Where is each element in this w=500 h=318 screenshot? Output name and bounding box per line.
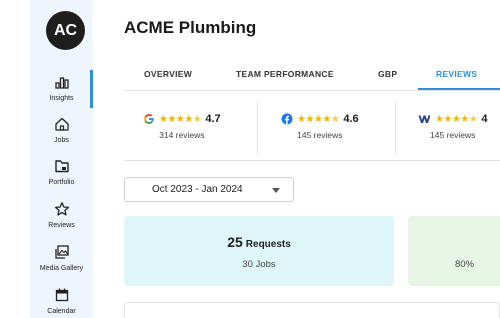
review-count: 314 reviews: [159, 130, 205, 140]
sidebar-item-label: Reviews: [48, 222, 75, 229]
star-rating: ★★★★★: [297, 113, 340, 125]
rating-divider: [257, 101, 258, 155]
calendar-icon: [55, 288, 68, 302]
rating-score: 4.6: [343, 113, 359, 125]
requests-card: 25 Requests 30 Jobs: [124, 216, 394, 286]
star-rating: ★★★★★: [159, 113, 202, 125]
facebook-icon: [281, 113, 293, 125]
sidebar-item-label: Jobs: [54, 137, 69, 144]
image-gallery-icon: [54, 245, 69, 259]
avatar[interactable]: AC: [46, 11, 85, 50]
sidebar-item-label: Insights: [49, 95, 74, 102]
review-count: 145 reviews: [430, 130, 476, 140]
tab-reviews[interactable]: REVIEWS: [436, 69, 477, 79]
sidebar-item-reviews[interactable]: Reviews: [30, 201, 93, 229]
tab-gbp[interactable]: GBP: [378, 69, 397, 79]
stat-sub: 80%: [455, 259, 475, 270]
review-count: 145 reviews: [297, 130, 343, 140]
sidebar-item-label: Calendar: [47, 308, 76, 315]
date-range-value: Oct 2023 - Jan 2024: [152, 184, 243, 195]
ratings-divider: [124, 160, 500, 161]
requests-count: 25: [227, 234, 243, 250]
page-title: ACME Plumbing: [124, 18, 257, 37]
rating-divider: [395, 101, 396, 155]
requests-label: Requests: [245, 239, 291, 250]
bar-chart-icon: [54, 77, 69, 89]
rating-score: 4: [481, 113, 488, 125]
sidebar-item-portfolio[interactable]: Portfolio: [30, 158, 93, 186]
rating-score: 4.7: [205, 113, 221, 125]
stat-card: 80%: [408, 216, 500, 286]
caret-down-icon: [272, 188, 280, 193]
rating-facebook: ★★★★★ 4.6 145 reviews: [281, 112, 359, 144]
star-icon: [54, 202, 69, 216]
w-logo-icon: [418, 115, 431, 123]
sidebar-item-label: Portfolio: [48, 179, 75, 186]
tab-overview[interactable]: OVERVIEW: [144, 69, 192, 79]
jobs-count: 30 Jobs: [242, 259, 276, 270]
rating-third-source: ★★★★★ 4 145 reviews: [418, 112, 487, 144]
star-rating: ★★★★★: [435, 113, 478, 125]
sidebar-item-calendar[interactable]: Calendar: [30, 287, 93, 315]
rating-google: ★★★★★ 4.7 314 reviews: [143, 112, 221, 144]
folder-icon: [54, 160, 69, 173]
active-tab-underline: [418, 88, 500, 90]
requests-headline: 25 Requests: [124, 234, 394, 250]
bottom-card: [124, 302, 500, 318]
home-icon: [54, 117, 69, 131]
sidebar-item-media-gallery[interactable]: Media Gallery: [30, 244, 93, 272]
date-range-select[interactable]: Oct 2023 - Jan 2024: [124, 177, 294, 202]
sidebar-item-insights[interactable]: Insights: [30, 74, 93, 102]
sidebar-item-label: Media Gallery: [39, 265, 84, 272]
google-icon: [144, 114, 154, 124]
tabs-divider: [124, 90, 500, 91]
tab-team-performance[interactable]: TEAM PERFORMANCE: [236, 69, 334, 79]
sidebar-item-jobs[interactable]: Jobs: [30, 116, 93, 144]
